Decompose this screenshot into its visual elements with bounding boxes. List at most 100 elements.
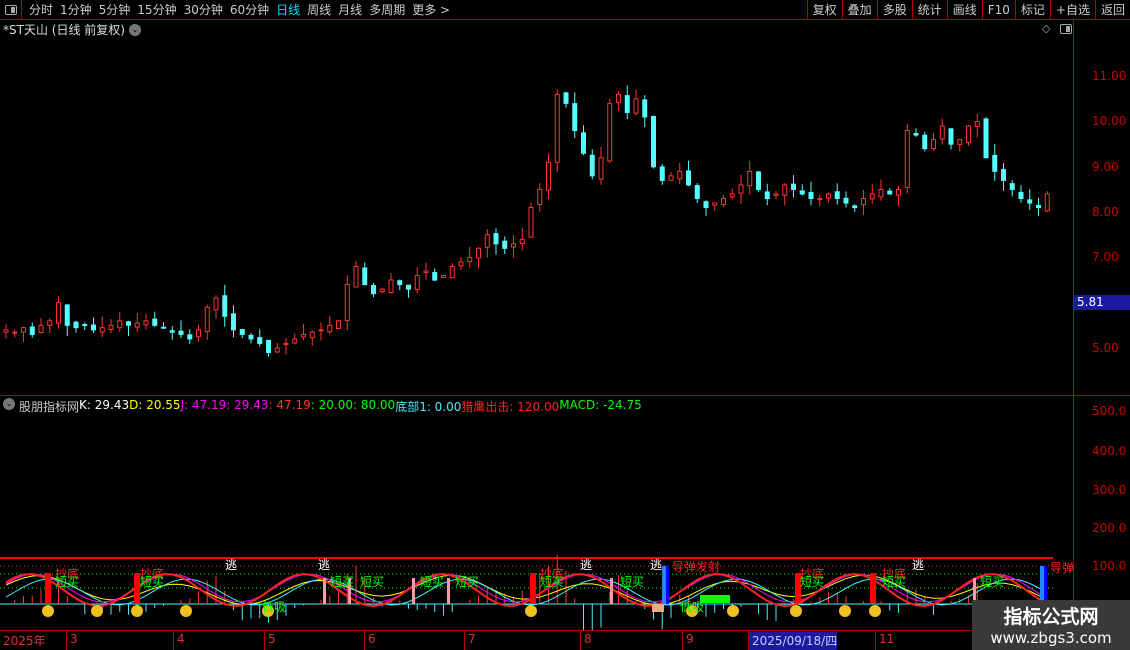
candle-body [388,279,394,294]
candle-body [843,197,849,204]
d-value: D: 20.55 [129,398,181,412]
candle-body [887,190,893,195]
current-price-tag: 5.81 [1074,295,1130,310]
marker [652,604,664,612]
candle-body [21,327,26,333]
indicator-name: 股朋指标网 [19,400,80,414]
candle-body [904,130,910,188]
candle-body [82,324,88,327]
price-axis-line [1073,20,1074,630]
candle-body [782,184,788,196]
watermark-name: 指标公式网 [1003,606,1099,628]
cursor-date-label: 2025/09/18/四 [748,632,838,650]
smiley-icon [839,605,851,617]
candle-body [747,170,753,187]
date-label: 4 [173,632,185,650]
candle-body [729,193,735,198]
candle-body [677,170,683,180]
signal-duanmai: 短买 [330,575,355,589]
candle-body [869,193,875,200]
price-label: 8.00 [1092,205,1119,219]
candle-body [966,125,971,143]
smiley-icon [42,605,54,617]
candle-body [694,185,700,200]
candle-body [371,285,376,295]
toolbar-button[interactable]: 返回 [1094,0,1130,20]
candle-body [379,288,385,293]
indicator-legend: ⌄ 股朋指标网 K: 29.43 D: 20.55 J: 47.19 : 29.… [3,398,642,415]
candle-body [974,121,980,127]
signal-daodan_fashe: 导弹发射 [672,560,721,574]
value: : 20.00 [310,398,353,412]
candle-body [12,331,18,334]
candle-body [686,170,691,186]
date-axis: 2025年 3 4 5 6 7 8 9 2025/09/18/四 11 [0,630,1073,650]
candle-body [913,133,919,136]
candle-body [511,243,516,248]
indicator-axis-label: 300.0 [1092,483,1127,497]
candle-body [773,193,779,196]
signal-dixi: 低吸 [680,600,705,614]
price-label: 7.00 [1092,250,1119,264]
candle-body [703,201,709,209]
candle-body [633,98,639,114]
candle-body [589,154,595,177]
candle-body [318,329,324,332]
candle-body [659,166,665,181]
candle-body [1009,183,1015,190]
candle-body [817,198,823,201]
candle-body [922,134,928,150]
price-label: 9.00 [1092,160,1119,174]
candle-body [1001,169,1006,181]
date-label: 11 [875,632,894,650]
signal-tao: 逃 [225,558,238,572]
value: : 80.00 [352,398,396,412]
candle-body [519,238,525,245]
price-label: 10.00 [1092,114,1127,128]
candle-body [992,154,998,172]
candle-body [939,125,945,140]
watermark: 指标公式网 www.zbgs3.com [972,600,1130,650]
candle-body [91,324,96,331]
indicator-axis-label: 500.0 [1092,404,1127,418]
candle-body [441,275,446,278]
candle-body [178,330,184,335]
candle-body [572,103,578,132]
candle-body [624,95,630,113]
signal-duanmai: 短买 [540,575,565,589]
smiley-icon [869,605,881,617]
signal-daodan: 导弹 [1050,561,1075,575]
candle-body [248,334,254,340]
candle-body [47,320,53,326]
candle-body [852,205,858,209]
date-label: 7 [464,632,476,650]
candle-body [563,92,569,104]
candle-body [239,329,245,335]
chart-canvas[interactable] [0,0,1073,630]
candle-body [546,161,551,191]
candle-body [257,337,263,344]
candle-body [651,116,656,168]
candle-body [458,261,464,267]
candle-body [432,272,438,281]
chaodi-bar [530,573,536,603]
signal-duanmai: 短买 [800,575,825,589]
candle-body [283,342,289,346]
value: : 29.43 [226,398,269,412]
candle-body [169,330,175,333]
signal-duanmai: 短买 [455,575,480,589]
smiley-icon [727,605,739,617]
signal-duanmai: 短买 [620,575,645,589]
candle-body [108,324,114,330]
date-label: 9 [682,632,694,650]
candle-body [957,139,963,145]
chevron-down-icon[interactable]: ⌄ [3,398,15,410]
smiley-icon [180,605,192,617]
candle-body [336,320,341,329]
bottom-value: 底部1: 0.00 [395,400,462,414]
k-value: K: 29.43 [79,398,130,412]
date-label: 8 [580,632,592,650]
candle-body [397,280,403,286]
signal-tao: 逃 [650,558,663,572]
candle-body [598,157,604,180]
